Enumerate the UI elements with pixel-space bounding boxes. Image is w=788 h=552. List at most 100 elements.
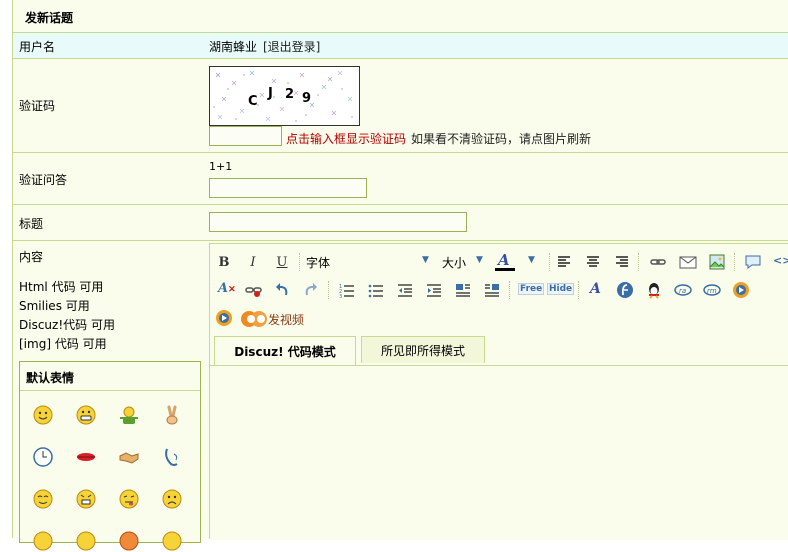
toolbar-separator [734, 253, 736, 271]
float-left-icon[interactable] [453, 280, 473, 300]
font-style-icon[interactable]: A [590, 281, 601, 297]
shock-icon[interactable] [75, 530, 97, 552]
italic-button[interactable]: I [243, 252, 263, 272]
post-video-button[interactable]: 发视频 [240, 308, 312, 330]
toolbar-separator [578, 281, 580, 299]
redo-icon[interactable] [301, 280, 321, 300]
code-icon[interactable]: <> [773, 254, 788, 267]
email-icon[interactable] [678, 252, 698, 272]
size-dropdown-icon: ▼ [476, 255, 483, 265]
unlink-icon[interactable] [243, 280, 263, 300]
smilies-panel: 默认表情 [19, 361, 201, 551]
toolbar-separator [328, 281, 330, 299]
smile-icon[interactable] [32, 404, 54, 426]
align-center-icon[interactable] [583, 252, 603, 272]
info-smilies[interactable]: Smilies 可用 [19, 297, 90, 314]
captcha-char-1: C [248, 94, 258, 109]
info-html[interactable]: Html 代码 可用 [19, 278, 103, 295]
align-left-icon[interactable] [554, 252, 574, 272]
bold-button[interactable]: B [214, 252, 234, 272]
free-button[interactable]: Free [518, 283, 545, 295]
video-logo-icon [241, 311, 267, 327]
toolbar-separator [299, 253, 301, 271]
toolbar-separator [509, 281, 511, 299]
form-header: 发新话题 [13, 0, 788, 32]
link-icon[interactable] [648, 252, 668, 272]
smilies-header: 默认表情 [20, 362, 200, 391]
size-select-label: 大小 [442, 256, 467, 270]
mad-icon[interactable] [118, 530, 140, 552]
realmedia-icon[interactable]: rm [702, 280, 722, 300]
align-right-icon[interactable] [612, 252, 632, 272]
username-row: 用户名 湖南蜂业 [退出登录] [13, 32, 788, 59]
captcha-image[interactable]: C J 2 9 [209, 66, 360, 126]
media-player-icon[interactable] [731, 280, 751, 300]
ordered-list-icon[interactable]: 123 [337, 280, 357, 300]
rich-editor: B I U 字体 ▼ 大小 ▼ A ▼ <> A✕ 12 3 Free Hide… [209, 243, 788, 540]
hug-icon[interactable] [118, 404, 140, 426]
tab-code-mode[interactable]: Discuz! 代码模式 [214, 336, 356, 365]
post-video-label: 发视频 [268, 313, 305, 327]
smilies-title: 默认表情 [26, 371, 75, 385]
phone-icon[interactable] [161, 446, 183, 468]
svg-text:ra: ra [679, 287, 686, 295]
outdent-icon[interactable] [395, 280, 415, 300]
subject-input[interactable] [209, 212, 467, 232]
captcha-hint: 点击输入框显示验证码 [286, 132, 407, 146]
text-color-glyph: A [498, 251, 510, 269]
post-form: 发新话题 用户名 湖南蜂业 [退出登录] 验证码 C J 2 9 点击输入框显示… [12, 0, 788, 551]
blush-icon[interactable] [32, 488, 54, 510]
flash-icon[interactable] [615, 280, 635, 300]
indent-icon[interactable] [424, 280, 444, 300]
toolbar-separator [638, 253, 640, 271]
unordered-list-icon[interactable] [366, 280, 386, 300]
grin-icon[interactable] [75, 404, 97, 426]
angry-icon[interactable] [75, 488, 97, 510]
realplayer-icon[interactable]: ra [673, 280, 693, 300]
logout-link[interactable]: [退出登录] [263, 38, 320, 55]
clock-icon[interactable] [32, 446, 54, 468]
image-icon[interactable] [707, 252, 727, 272]
lips-icon[interactable] [75, 446, 97, 468]
float-right-icon[interactable] [482, 280, 502, 300]
toolbar-separator [549, 253, 551, 271]
color-dropdown-icon[interactable]: ▼ [528, 255, 535, 265]
subject-label: 标题 [19, 217, 44, 231]
font-dropdown-icon: ▼ [422, 255, 429, 265]
info-img[interactable]: [img] 代码 可用 [19, 335, 107, 352]
info-discuz[interactable]: Discuz!代码 可用 [19, 316, 115, 333]
worry-icon[interactable] [161, 530, 183, 552]
cry-icon[interactable] [32, 530, 54, 552]
captcha-help: 如果看不清验证码，请点图片刷新 [411, 132, 592, 146]
video-player-icon[interactable] [214, 308, 234, 328]
font-select-label: 字体 [306, 256, 331, 270]
font-select[interactable]: 字体 ▼ [306, 252, 436, 272]
message-textarea[interactable] [210, 365, 788, 540]
captcha-label: 验证码 [19, 99, 56, 113]
remove-format-icon[interactable]: A✕ [218, 281, 236, 296]
handshake-icon[interactable] [118, 446, 140, 468]
page-title: 发新话题 [25, 11, 74, 25]
text-color-swatch [495, 268, 515, 271]
size-select[interactable]: 大小 ▼ [442, 252, 490, 272]
captcha-char-2: J [268, 86, 273, 101]
captcha-char-4: 9 [302, 91, 312, 106]
svg-text:3: 3 [339, 294, 342, 300]
underline-button[interactable]: U [272, 252, 292, 272]
svg-text:rm: rm [707, 287, 717, 295]
qq-icon[interactable] [644, 280, 664, 300]
undo-icon[interactable] [272, 280, 292, 300]
qa-input[interactable] [209, 178, 367, 198]
text-color-button[interactable]: A [494, 251, 518, 273]
sad-icon[interactable] [161, 488, 183, 510]
victory-hand-icon[interactable] [161, 404, 183, 426]
qa-question: 1+1 [209, 160, 233, 173]
quote-icon[interactable] [743, 252, 763, 272]
captcha-char-3: 2 [285, 87, 295, 102]
tongue-icon[interactable] [118, 488, 140, 510]
qa-row: 验证问答 1+1 [13, 152, 788, 205]
captcha-input[interactable] [209, 126, 282, 146]
hide-button[interactable]: Hide [547, 283, 575, 295]
username-value: 湖南蜂业 [209, 40, 258, 54]
tab-wysiwyg-mode[interactable]: 所见即所得模式 [361, 336, 485, 363]
